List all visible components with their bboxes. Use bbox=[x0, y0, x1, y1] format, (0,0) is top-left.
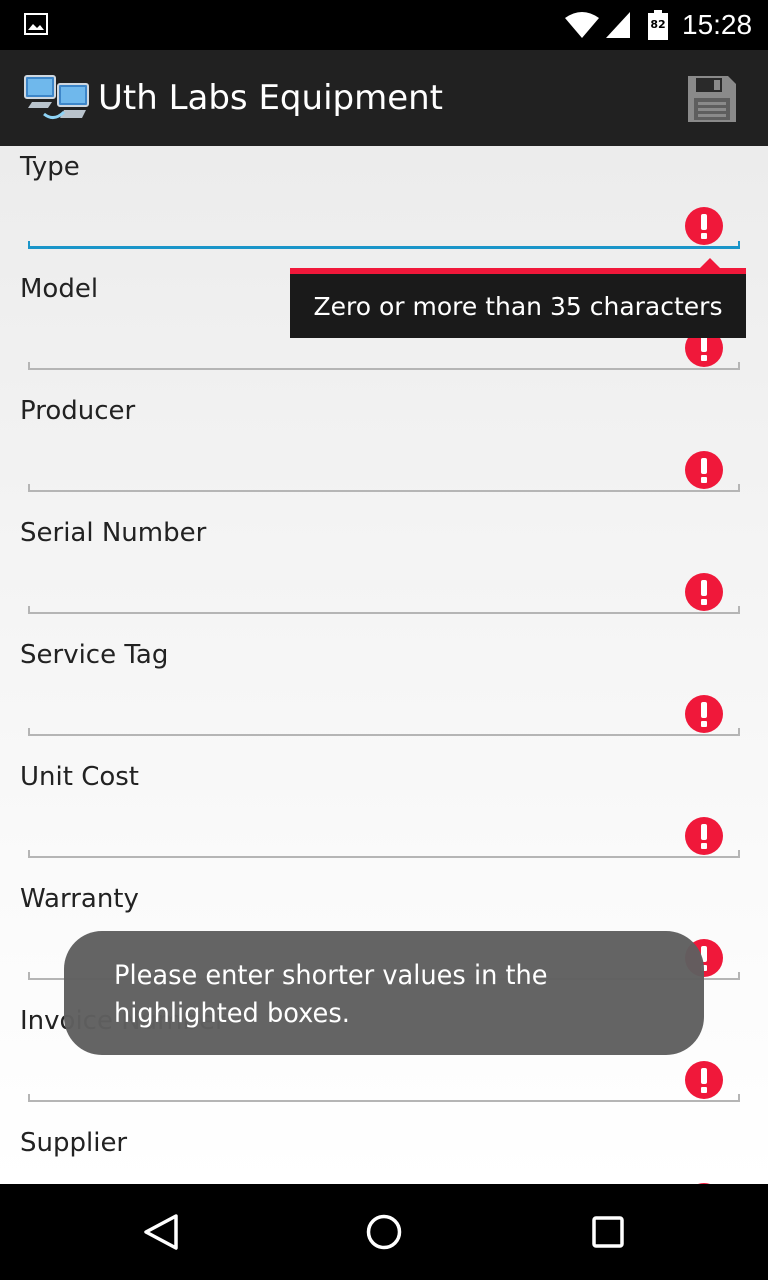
field-type: Type bbox=[0, 146, 768, 268]
error-icon[interactable] bbox=[684, 694, 724, 734]
unit-cost-input[interactable] bbox=[28, 808, 740, 858]
error-tooltip-message: Zero or more than 35 characters bbox=[313, 292, 723, 321]
producer-input[interactable] bbox=[28, 442, 740, 492]
error-icon[interactable] bbox=[684, 816, 724, 856]
field-label: Serial Number bbox=[20, 518, 207, 548]
field-unit-cost: Unit Cost bbox=[0, 756, 768, 878]
field-label: Warranty bbox=[20, 884, 139, 914]
field-label: Model bbox=[20, 274, 99, 304]
tooltip-pointer bbox=[700, 258, 720, 268]
field-label: Service Tag bbox=[20, 640, 169, 670]
toast: Please enter shorter values in the highl… bbox=[64, 931, 704, 1055]
error-tooltip: Zero or more than 35 characters bbox=[290, 258, 746, 338]
home-icon[interactable] bbox=[366, 1214, 402, 1250]
wifi-icon bbox=[565, 12, 599, 38]
field-service-tag: Service Tag bbox=[0, 634, 768, 756]
supplier-input[interactable] bbox=[28, 1174, 740, 1184]
status-bar: 82 15:28 bbox=[0, 0, 768, 50]
field-supplier: Supplier bbox=[0, 1122, 768, 1184]
error-icon[interactable] bbox=[684, 450, 724, 490]
field-label: Supplier bbox=[20, 1128, 128, 1158]
field-producer: Producer bbox=[0, 390, 768, 512]
serial-number-input[interactable] bbox=[28, 564, 740, 614]
error-icon[interactable] bbox=[684, 1060, 724, 1100]
save-icon[interactable] bbox=[684, 74, 738, 124]
recents-icon[interactable] bbox=[592, 1216, 624, 1248]
signal-icon bbox=[606, 12, 630, 38]
field-label: Unit Cost bbox=[20, 762, 139, 792]
error-icon[interactable] bbox=[684, 572, 724, 612]
toast-message: Please enter shorter values in the highl… bbox=[114, 960, 548, 1029]
back-icon[interactable] bbox=[142, 1212, 182, 1252]
app-logo-icon bbox=[24, 75, 89, 119]
field-serial-number: Serial Number bbox=[0, 512, 768, 634]
error-icon[interactable] bbox=[684, 206, 724, 246]
status-time: 15:28 bbox=[682, 9, 753, 40]
image-notification-icon bbox=[24, 13, 48, 35]
field-label: Producer bbox=[20, 396, 136, 426]
battery-level: 82 bbox=[650, 18, 666, 31]
app-title: Uth Labs Equipment bbox=[98, 78, 444, 118]
service-tag-input[interactable] bbox=[28, 686, 740, 736]
invoice-number-input[interactable] bbox=[28, 1052, 740, 1102]
action-bar: Uth Labs Equipment bbox=[0, 50, 768, 146]
type-input[interactable] bbox=[28, 198, 740, 249]
field-label: Type bbox=[20, 152, 80, 182]
